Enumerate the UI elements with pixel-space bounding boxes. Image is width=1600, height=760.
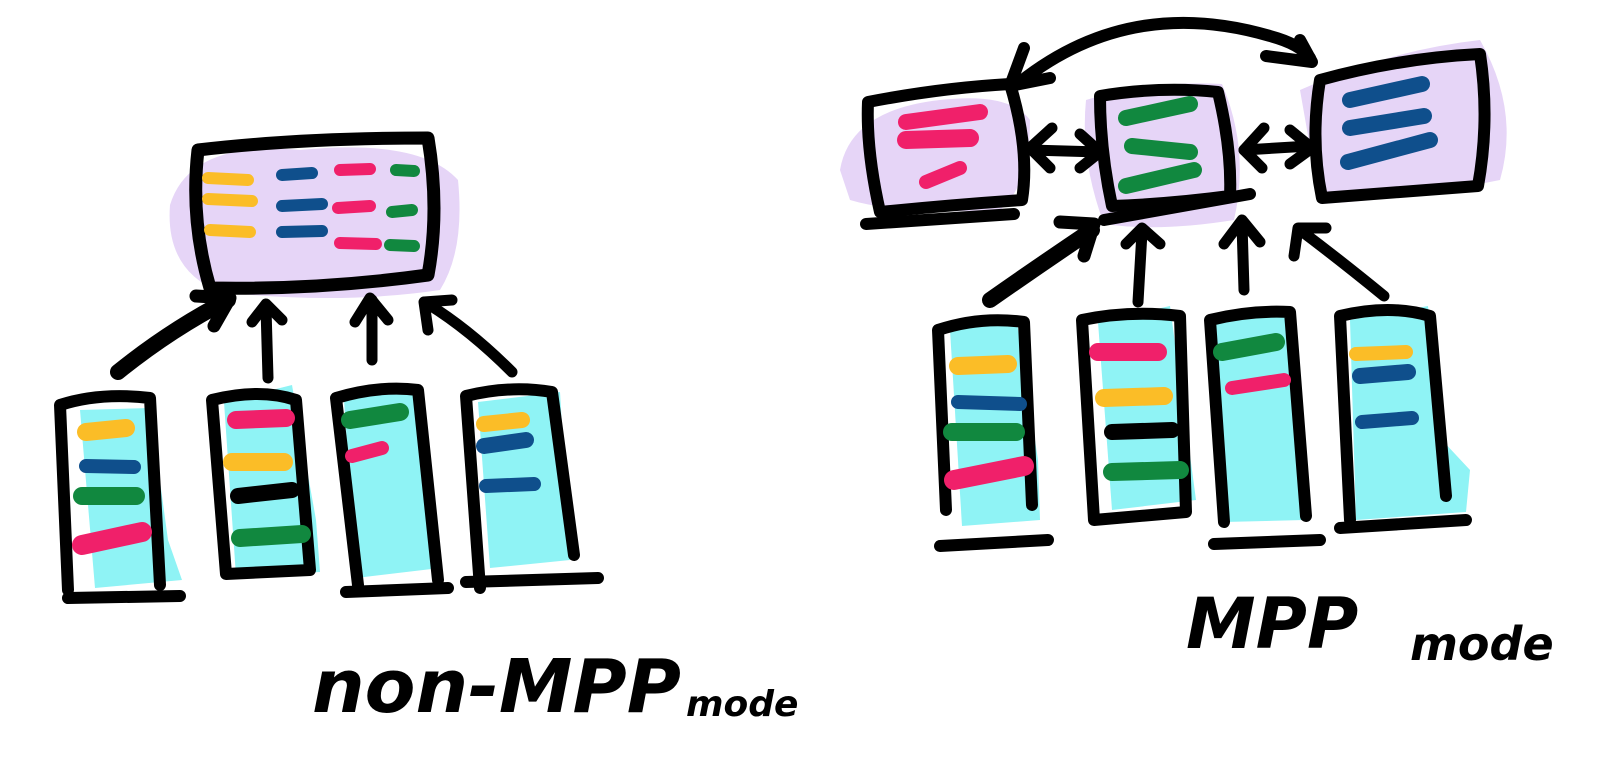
stripe-pink xyxy=(334,237,382,250)
peer-node xyxy=(1084,83,1256,228)
stripe-pink xyxy=(1225,373,1291,395)
worker-to-peer-arrows xyxy=(982,214,1390,308)
peer-exchange-arrow xyxy=(1004,16,1318,92)
stripe-blue xyxy=(276,198,328,212)
stripe-green xyxy=(384,239,420,252)
worker-node xyxy=(932,314,1054,552)
worker-node xyxy=(460,383,604,594)
worker-node-base xyxy=(340,582,454,598)
stripe-yellow xyxy=(1349,345,1413,361)
stripe-pink xyxy=(72,522,152,555)
stripe-green xyxy=(341,403,409,429)
stripe-green xyxy=(390,164,420,177)
non-mpp-caption: non-MPP xyxy=(312,644,681,730)
worker-node-base xyxy=(62,590,186,604)
mpp-caption: MPP xyxy=(1186,583,1358,665)
stripe-pink xyxy=(332,200,376,214)
stripe-pink xyxy=(227,409,295,429)
arrow xyxy=(1132,226,1148,308)
arrow xyxy=(1236,218,1250,296)
master-node xyxy=(169,131,460,299)
stripe-blue xyxy=(951,395,1027,411)
stripe-pink xyxy=(345,441,389,463)
diagram-canvas: non-MPP mode MPP mode xyxy=(54,16,1554,730)
worker-node xyxy=(54,390,186,604)
stripe-yellow xyxy=(1095,387,1173,407)
stripe-pink xyxy=(897,129,979,149)
arrow xyxy=(422,298,518,378)
stripe-pink xyxy=(944,456,1034,490)
worker-node-base xyxy=(460,572,604,588)
stripe-yellow xyxy=(204,224,256,238)
arrow xyxy=(260,302,274,384)
stripe-yellow xyxy=(949,355,1017,375)
stripe-blue xyxy=(276,167,318,181)
arrow xyxy=(110,292,236,380)
mpp-caption-small: mode xyxy=(1410,617,1554,671)
mpp-diagram: MPP mode xyxy=(840,16,1554,671)
stripe-blue xyxy=(276,225,328,238)
non-mpp-caption-small: mode xyxy=(686,684,798,725)
worker-node xyxy=(330,382,454,598)
arrow xyxy=(1294,224,1390,302)
worker-node-base xyxy=(1334,514,1472,534)
stripe-blue xyxy=(476,432,534,454)
stripe-pink xyxy=(334,163,376,176)
worker-node xyxy=(1334,304,1472,534)
stripe-green xyxy=(1103,461,1189,481)
worker-node xyxy=(206,385,320,580)
stripe-blue xyxy=(79,459,141,474)
peer-node xyxy=(1300,40,1507,204)
stripe-black xyxy=(1104,422,1180,440)
stripe-blue xyxy=(1355,411,1419,429)
stripe-blue xyxy=(479,477,541,493)
worker-node xyxy=(1204,305,1326,550)
stripe-green xyxy=(1213,333,1285,361)
stripe-green xyxy=(1124,138,1198,160)
worker-node-base xyxy=(934,534,1054,552)
stripe-yellow xyxy=(77,419,135,441)
stripe-yellow xyxy=(202,172,254,186)
stripe-pink xyxy=(898,104,988,130)
stripe-green xyxy=(386,204,418,218)
non-mpp-diagram: non-MPP mode xyxy=(54,131,798,730)
stripe-yellow xyxy=(202,193,258,207)
worker-to-master-arrows xyxy=(110,289,518,384)
stripe-green xyxy=(231,525,311,547)
stripe-yellow xyxy=(476,412,530,432)
worker-node xyxy=(1076,306,1196,526)
worker-node-base xyxy=(1208,534,1326,550)
arrow xyxy=(982,222,1100,308)
stripe-blue xyxy=(1352,364,1416,384)
stripe-black xyxy=(230,482,300,504)
peer-node xyxy=(840,78,1031,230)
